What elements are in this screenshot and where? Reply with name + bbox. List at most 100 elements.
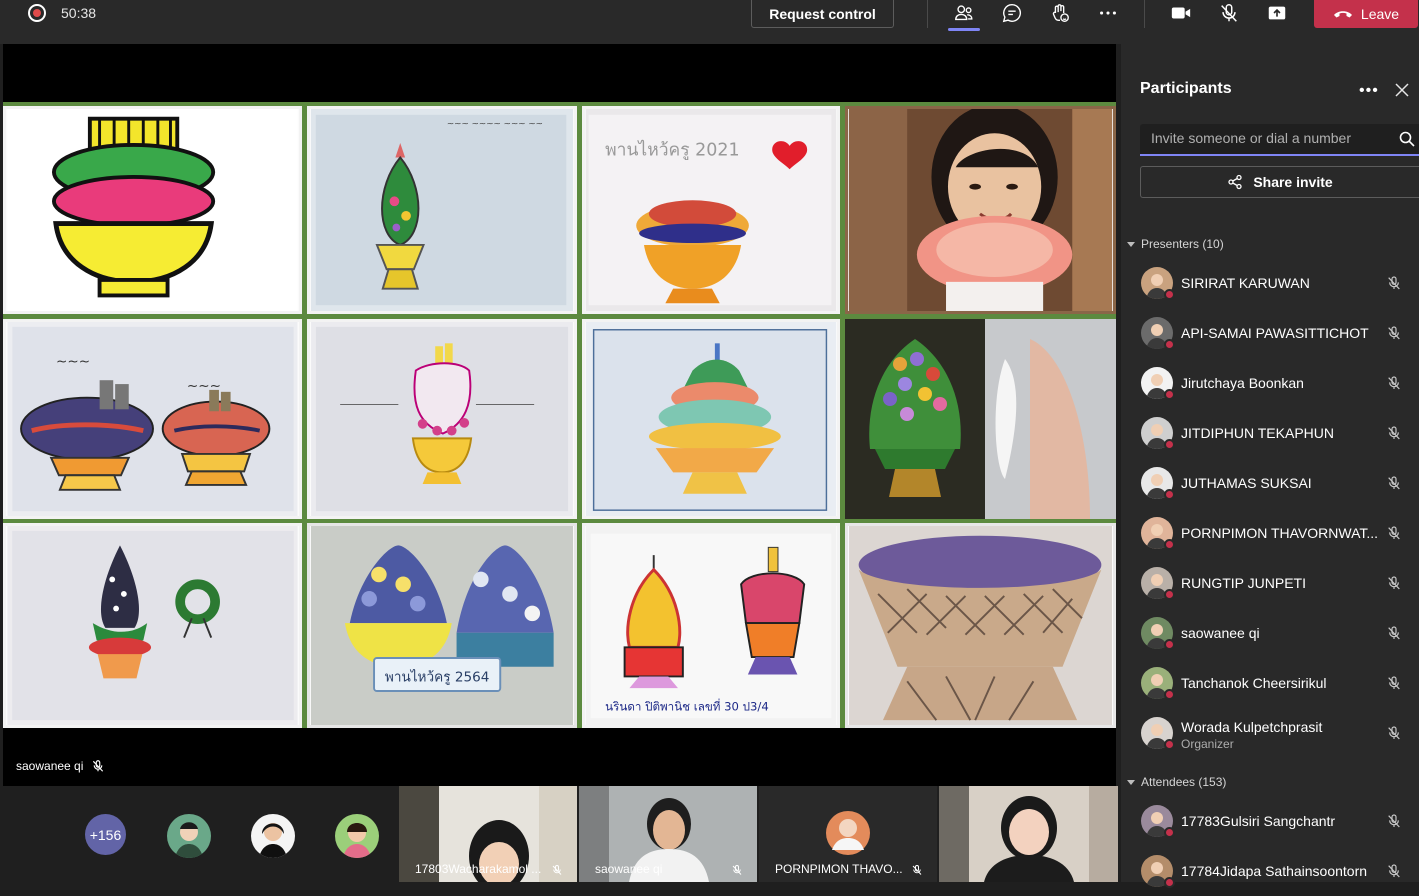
close-icon[interactable] xyxy=(1394,82,1410,98)
participant-name: saowanee qi xyxy=(1181,625,1260,641)
participant-row[interactable]: Worada Kulpetchprasit Organizer xyxy=(1121,708,1419,758)
attendees-section-header[interactable]: Attendees (153) xyxy=(1127,775,1226,789)
shared-video-stage: ~~~ ~~~~ ~~~ ~~ พานไหว้ครู 2021 ~~~ ~~~ … xyxy=(0,44,1118,786)
participant-row[interactable]: JUTHAMAS SUKSAI xyxy=(1121,458,1419,508)
leave-button[interactable]: Leave xyxy=(1314,0,1418,28)
attendees-count-label: Attendees (153) xyxy=(1141,775,1227,789)
avatar[interactable] xyxy=(335,814,379,858)
participant-row[interactable]: saowanee qi xyxy=(1121,608,1419,658)
participant-video-name: 17803Wacharakamol ... xyxy=(415,862,542,876)
presence-status-icon xyxy=(1164,877,1175,888)
participant-video-tile[interactable]: 17803Wacharakamol ... xyxy=(399,786,577,882)
participant-row[interactable]: 17784Jidapa Sathainsoontorn xyxy=(1121,846,1419,896)
artwork-tile: พานไหว้ครู 2564 xyxy=(307,523,577,728)
presence-status-icon xyxy=(1164,589,1175,600)
meeting-toolbar: 50:38 Request control Leave xyxy=(0,0,1419,44)
participant-row[interactable]: SIRIRAT KARUWAN xyxy=(1121,258,1419,308)
participant-video-tile[interactable]: saowanee qi xyxy=(579,786,757,882)
participant-name: RUNGTIP JUNPETI xyxy=(1181,575,1306,591)
participant-video-tile[interactable]: PORNPIMON THAVO... xyxy=(759,786,937,882)
mic-off-icon xyxy=(1388,326,1400,340)
mic-off-icon xyxy=(1388,864,1400,878)
mic-off-icon xyxy=(1388,626,1400,640)
participant-video-tile[interactable] xyxy=(939,786,1118,882)
chevron-down-icon xyxy=(1127,779,1135,785)
participant-row[interactable]: 17783Gulsiri Sangchantr xyxy=(1121,796,1419,846)
leave-label: Leave xyxy=(1360,6,1400,22)
mic-off-icon xyxy=(1388,814,1400,828)
artwork-caption: พานไหว้ครู 2564 xyxy=(385,669,490,685)
more-options-icon[interactable]: ••• xyxy=(1359,82,1379,100)
participants-panel: Participants ••• Share invite Presenters… xyxy=(1121,44,1419,888)
artwork-photo-tile xyxy=(845,106,1116,314)
artwork-caption: นรินดา ปิติพานิช เลขที่ 30 ป3/4 xyxy=(605,698,769,713)
camera-icon[interactable] xyxy=(1169,2,1193,24)
mic-off-icon xyxy=(1388,276,1400,290)
artwork-tile: ~~~ ~~~ xyxy=(3,319,302,519)
mic-off-icon xyxy=(552,865,562,875)
participant-name: 17784Jidapa Sathainsoontorn xyxy=(1181,863,1368,879)
chat-icon[interactable] xyxy=(1000,2,1024,24)
participant-name: JUTHAMAS SUKSAI xyxy=(1181,475,1312,491)
more-participants-badge[interactable]: +156 xyxy=(85,814,126,855)
presence-status-icon xyxy=(1164,827,1175,838)
panel-title: Participants xyxy=(1140,80,1232,97)
svg-text:~~~ ~~~~ ~~~ ~~: ~~~ ~~~~ ~~~ ~~ xyxy=(447,119,543,129)
artwork-tile: นรินดา ปิติพานิช เลขที่ 30 ป3/4 xyxy=(582,523,840,728)
participant-name: Tanchanok Cheersirikul xyxy=(1181,675,1327,691)
share-screen-icon[interactable] xyxy=(1265,2,1289,24)
participant-row[interactable]: Tanchanok Cheersirikul xyxy=(1121,658,1419,708)
mic-off-icon xyxy=(1388,476,1400,490)
artwork-tile xyxy=(3,523,302,728)
participant-name: PORNPIMON THAVORNWAT... xyxy=(1181,525,1379,541)
participant-row[interactable]: RUNGTIP JUNPETI xyxy=(1121,558,1419,608)
artwork-tile xyxy=(3,106,302,314)
request-control-button[interactable]: Request control xyxy=(751,0,894,28)
active-tab-indicator xyxy=(948,28,980,31)
recording-icon xyxy=(28,4,46,22)
hang-up-icon xyxy=(1333,11,1352,18)
presence-status-icon xyxy=(1164,489,1175,500)
share-invite-button[interactable]: Share invite xyxy=(1140,166,1419,198)
chevron-down-icon xyxy=(1127,241,1135,247)
presence-status-icon xyxy=(1164,689,1175,700)
participants-icon[interactable] xyxy=(952,2,976,24)
participant-strip: +156 17803Wacharakamol ... saowanee qi P… xyxy=(0,786,1118,882)
mic-off-icon[interactable] xyxy=(1217,2,1241,24)
participant-row[interactable]: API-SAMAI PAWASITTICHOT xyxy=(1121,308,1419,358)
presenters-section-header[interactable]: Presenters (10) xyxy=(1127,237,1224,251)
active-speaker-label: saowanee qi xyxy=(16,759,105,773)
participant-row[interactable]: Jirutchaya Boonkan xyxy=(1121,358,1419,408)
mic-off-icon xyxy=(1388,426,1400,440)
presence-status-icon xyxy=(1164,539,1175,550)
share-icon xyxy=(1228,174,1242,190)
participant-row[interactable]: JITDIPHUN TEKAPHUN xyxy=(1121,408,1419,458)
participant-row[interactable]: PORNPIMON THAVORNWAT... xyxy=(1121,508,1419,558)
participant-name: Jirutchaya Boonkan xyxy=(1181,375,1304,391)
mic-off-icon xyxy=(1388,726,1400,740)
avatar[interactable] xyxy=(167,814,211,858)
toolbar-divider xyxy=(927,0,928,28)
presence-status-icon xyxy=(1164,289,1175,300)
share-invite-label: Share invite xyxy=(1253,174,1333,190)
presence-status-icon xyxy=(1164,739,1175,750)
mic-off-icon xyxy=(732,865,742,875)
invite-search-field[interactable] xyxy=(1140,124,1419,156)
active-speaker-name: saowanee qi xyxy=(16,759,84,773)
participant-name: API-SAMAI PAWASITTICHOT xyxy=(1181,325,1369,341)
mic-off-icon xyxy=(1388,576,1400,590)
artwork-caption: พานไหว้ครู 2021 xyxy=(605,140,739,161)
letterbox-bottom xyxy=(3,728,1116,786)
participant-name: 17783Gulsiri Sangchantr xyxy=(1181,813,1336,829)
reactions-icon[interactable] xyxy=(1048,2,1072,24)
participant-name: JITDIPHUN TEKAPHUN xyxy=(1181,425,1334,441)
meeting-timer: 50:38 xyxy=(61,5,97,21)
more-actions-icon[interactable] xyxy=(1096,2,1120,24)
invite-search-input[interactable] xyxy=(1140,124,1380,152)
participant-video-name: PORNPIMON THAVO... xyxy=(775,862,903,876)
presence-status-icon xyxy=(1164,439,1175,450)
search-icon[interactable] xyxy=(1399,131,1415,147)
participant-name: Worada Kulpetchprasit xyxy=(1181,719,1323,735)
presence-status-icon xyxy=(1164,339,1175,350)
avatar[interactable] xyxy=(251,814,295,858)
